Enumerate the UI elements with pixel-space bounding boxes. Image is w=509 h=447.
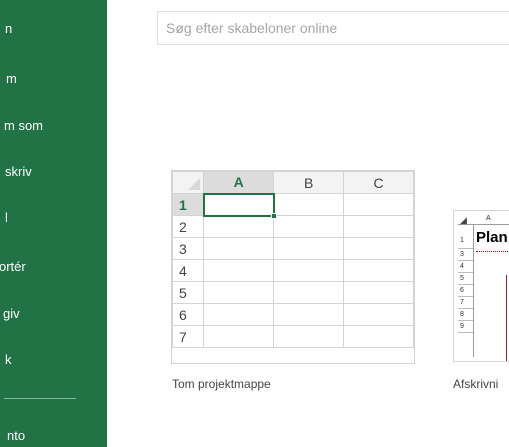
cell (273, 281, 345, 304)
cell (273, 325, 345, 348)
selected-cell-a1 (202, 192, 277, 219)
table-row: 5 (172, 281, 414, 304)
cell (273, 259, 345, 282)
depreciation-template[interactable]: ◢ A 1 3 4 5 6 7 8 9 Plan (453, 210, 509, 362)
sidebar-item-print[interactable]: skriv (5, 157, 112, 187)
cell (343, 325, 414, 348)
row-header-1: 1 (172, 193, 205, 216)
row-header-3: 3 (172, 237, 205, 260)
table-row: 7 (172, 325, 414, 348)
sidebar-item-save-as[interactable]: m som (4, 111, 111, 141)
cell (343, 281, 414, 304)
template-preview-title: Plan (476, 229, 508, 246)
mini-row-header: 3 (458, 249, 473, 261)
spreadsheet-preview-grid: A B C 1 2 3 4 5 6 7 (172, 171, 414, 348)
cell (203, 237, 275, 260)
sidebar-item-share[interactable]: l (5, 203, 112, 233)
mini-column-header: ◢ A (458, 215, 509, 225)
table-row: 3 (172, 237, 414, 260)
mini-row-header: 5 (458, 273, 473, 285)
mini-row-headers: 1 3 4 5 6 7 8 9 (458, 225, 474, 357)
depreciation-template-caption[interactable]: Afskrivni (453, 377, 498, 391)
dotted-divider (476, 251, 509, 252)
sidebar-item-export[interactable]: ortér (0, 252, 106, 282)
cell (203, 303, 275, 326)
cell (203, 325, 275, 348)
cell (273, 303, 345, 326)
sidebar-item-label: skriv (5, 164, 32, 179)
column-header-c: C (343, 171, 414, 194)
mini-row-header: 1 (458, 225, 473, 249)
row-header-5: 5 (172, 281, 205, 304)
sidebar-divider (4, 398, 76, 399)
mini-row-header: 8 (458, 309, 473, 321)
cell (343, 237, 414, 260)
table-row: 1 (172, 192, 414, 219)
cell (343, 193, 414, 216)
row-header-7: 7 (172, 325, 205, 348)
backstage-sidebar: n m m som skriv l ortér giv k nto (0, 0, 107, 447)
mini-row-header: 4 (458, 261, 473, 273)
mini-column-a: A (486, 215, 491, 222)
fill-handle (270, 212, 277, 219)
sidebar-item-label: m (6, 71, 17, 86)
sidebar-item-label: k (5, 352, 12, 367)
sidebar-item-label: n (5, 21, 13, 36)
main-area: A B C 1 2 3 4 5 (107, 0, 509, 447)
sidebar-item-label: ortér (0, 259, 26, 274)
cell (273, 237, 345, 260)
sidebar-item-publish[interactable]: giv (3, 299, 110, 329)
table-row: 6 (172, 303, 414, 326)
cell (203, 281, 275, 304)
template-search-input[interactable] (157, 11, 509, 45)
cell (203, 215, 275, 238)
sidebar-item-label: nto (7, 428, 26, 443)
sidebar-item-close[interactable]: k (5, 345, 112, 375)
cell (343, 303, 414, 326)
sidebar-item-label: m som (4, 118, 43, 133)
blank-workbook-template[interactable]: A B C 1 2 3 4 5 6 7 (171, 170, 415, 364)
cell (203, 259, 275, 282)
sidebar-item-label: giv (3, 306, 20, 321)
cell (273, 215, 345, 238)
column-header-a: A (203, 171, 275, 195)
sidebar-item-new[interactable]: n (5, 14, 112, 44)
row-header-6: 6 (172, 303, 205, 326)
cell (273, 193, 345, 216)
sidebar-item-label: l (5, 210, 8, 225)
cell (343, 215, 414, 238)
column-header-b: B (273, 171, 345, 194)
row-header-4: 4 (172, 259, 205, 282)
column-header-row: A B C (172, 171, 414, 195)
sidebar-item-account[interactable]: nto (7, 421, 114, 447)
chart-line (506, 275, 507, 361)
table-row: 4 (172, 259, 414, 282)
row-header-2: 2 (172, 215, 205, 238)
mini-row-header: 6 (458, 285, 473, 297)
mini-row-header: 9 (458, 321, 473, 333)
cell (343, 259, 414, 282)
select-all-corner (172, 171, 205, 194)
table-row: 2 (172, 215, 414, 238)
sidebar-item-save[interactable]: m (6, 64, 113, 94)
mini-row-header: 7 (458, 297, 473, 309)
blank-workbook-caption[interactable]: Tom projektmappe (172, 377, 271, 391)
